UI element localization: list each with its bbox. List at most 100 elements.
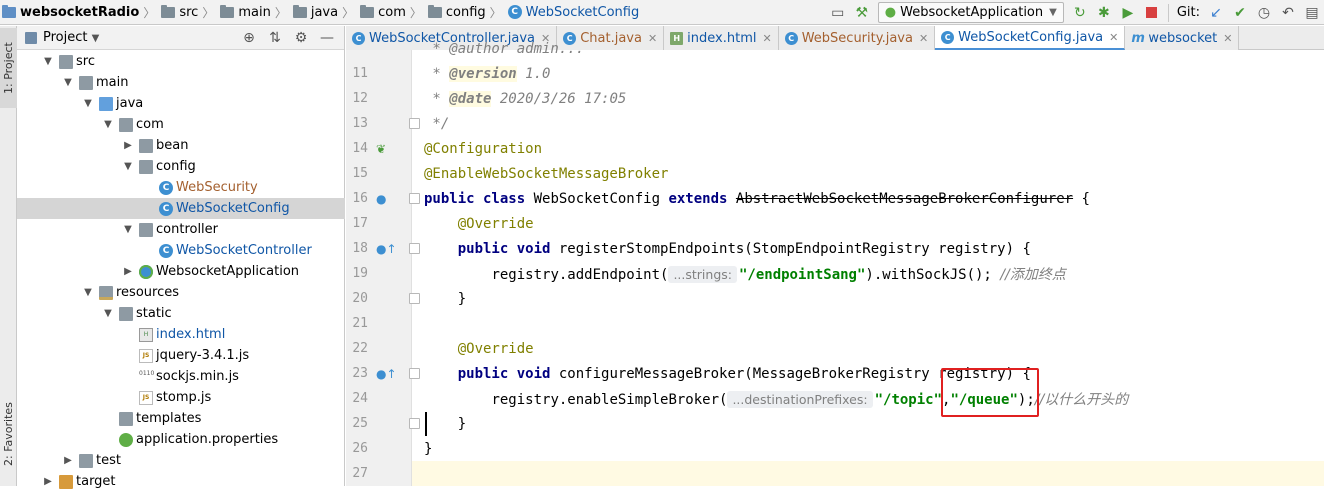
chevron-right-icon[interactable]: ▶ <box>121 266 135 277</box>
folder-icon <box>161 4 176 18</box>
line-number: 19 <box>352 266 368 281</box>
fold-marker-icon[interactable] <box>409 293 420 304</box>
override-marker-icon[interactable]: ●↑ <box>376 367 397 381</box>
tree-item-bean[interactable]: ▶ bean <box>17 135 345 156</box>
breadcrumb-item-src[interactable]: src 〉 <box>159 0 218 25</box>
toolbar-divider <box>1167 3 1169 22</box>
breadcrumb-item-com[interactable]: com 〉 <box>358 0 426 25</box>
fold-marker-icon[interactable] <box>409 368 420 379</box>
target-folder-icon <box>59 474 73 489</box>
chevron-right-icon[interactable]: ▶ <box>121 140 135 151</box>
folder-icon <box>139 222 153 237</box>
tree-item-resources[interactable]: ▼ resources <box>17 282 345 303</box>
run-coverage-icon[interactable]: ▶ <box>1116 1 1140 25</box>
tree-item-jquery-3-4-1-js[interactable]: JS jquery-3.4.1.js <box>17 345 345 366</box>
breadcrumb-item-project[interactable]: websocketRadio 〉 <box>0 0 159 25</box>
git-update-icon[interactable]: ↙ <box>1204 1 1228 25</box>
folder-icon <box>139 138 153 153</box>
gear-icon[interactable]: ▤ <box>1300 1 1324 25</box>
code-editor[interactable]: 11 12 13 14 15 16 17 18 19 20 21 22 23 24 25 26 27 ❦ ● ●↑ ●↑… <box>346 41 1324 486</box>
tree-item-src[interactable]: ▼ src <box>17 51 345 72</box>
chevron-down-icon[interactable]: ▼ <box>61 77 75 88</box>
spring-bean-icon[interactable]: ❦ <box>376 142 386 156</box>
gear-icon[interactable]: ⚙ <box>288 30 314 46</box>
debug-bug-icon[interactable]: ✱ <box>1092 1 1116 25</box>
line-number: 16 <box>352 191 368 206</box>
favorites-tool-tab[interactable]: 2: Favorites <box>0 384 17 484</box>
tree-item-label: com <box>136 117 164 132</box>
run-configuration-select[interactable]: ● WebsocketApplication ▼ <box>877 2 1064 23</box>
chevron-down-icon[interactable]: ▼ <box>41 56 55 67</box>
tree-item-label: application.properties <box>136 432 279 447</box>
code-line-26: } <box>424 441 433 457</box>
code-line-15: @EnableWebSocketMessageBroker <box>424 166 669 182</box>
tree-item-java[interactable]: ▼ java <box>17 93 345 114</box>
git-rollback-icon[interactable]: ↶ <box>1276 1 1300 25</box>
tree-item-sockjs-min-js[interactable]: 0110 sockjs.min.js <box>17 366 345 387</box>
line-number: 17 <box>352 216 368 231</box>
chevron-down-icon[interactable]: ▼ <box>121 161 135 172</box>
collapse-all-icon[interactable]: ⇅ <box>262 30 288 46</box>
tree-item-application-properties[interactable]: application.properties <box>17 429 345 450</box>
code-line-14: @Configuration <box>424 141 543 157</box>
tree-item-stomp-js[interactable]: JS stomp.js <box>17 387 345 408</box>
class-icon: C <box>159 201 173 216</box>
chevron-down-icon[interactable]: ▼ <box>101 119 115 130</box>
chevron-down-icon[interactable]: ▼ <box>121 224 135 235</box>
fold-marker-icon[interactable] <box>409 243 420 254</box>
project-tool-tab[interactable]: 1: Project <box>0 28 17 108</box>
tree-item-label: src <box>76 54 95 69</box>
line-number: 12 <box>352 91 368 106</box>
override-marker-icon[interactable]: ●↑ <box>376 242 397 256</box>
chevron-down-icon[interactable]: ▼ <box>81 98 95 109</box>
chevron-right-icon[interactable]: ▶ <box>61 455 75 466</box>
tree-item-com[interactable]: ▼ com <box>17 114 345 135</box>
tree-item-index-html[interactable]: Hindex.html <box>17 324 345 345</box>
git-history-icon[interactable]: ◷ <box>1252 1 1276 25</box>
tree-item-websocketconfig[interactable]: C WebSocketConfig <box>17 198 345 219</box>
folder-icon <box>79 75 93 90</box>
breadcrumb-separator-icon: 〉 <box>274 5 287 20</box>
git-commit-icon[interactable]: ✔ <box>1228 1 1252 25</box>
tree-item-target[interactable]: ▶ target <box>17 471 345 492</box>
breadcrumb-item-main[interactable]: main 〉 <box>218 0 291 25</box>
tree-item-controller[interactable]: ▼ controller <box>17 219 345 240</box>
line-number: 27 <box>352 466 368 481</box>
project-view-select[interactable]: Project ▼ <box>43 30 99 45</box>
tree-item-label: stomp.js <box>156 390 212 405</box>
tree-item-main[interactable]: ▼ main <box>17 72 345 93</box>
tree-item-websocketcontroller[interactable]: C WebSocketController <box>17 240 345 261</box>
breadcrumb-item-class[interactable]: C WebSocketConfig <box>506 0 644 25</box>
javascript-file-icon: JS <box>139 390 153 405</box>
chevron-right-icon[interactable]: ▶ <box>41 476 55 487</box>
tree-item-config[interactable]: ▼ config <box>17 156 345 177</box>
chevron-down-icon[interactable]: ▼ <box>81 287 95 298</box>
fold-marker-icon[interactable] <box>409 418 420 429</box>
line-number: 18 <box>352 241 368 256</box>
project-icon <box>25 31 37 44</box>
tree-item-label: bean <box>156 138 189 153</box>
tree-item-label: target <box>76 474 116 489</box>
fold-marker-icon[interactable] <box>409 118 420 129</box>
stop-icon[interactable] <box>1140 1 1164 25</box>
spring-config-icon[interactable]: ● <box>376 192 386 206</box>
layout-icon[interactable]: ▭ <box>826 1 850 25</box>
tree-item-websocketapplication[interactable]: ▶ WebsocketApplication <box>17 261 345 282</box>
hide-panel-icon[interactable]: — <box>314 30 340 46</box>
tree-item-label: java <box>116 96 144 111</box>
tree-item-websecurity[interactable]: C WebSecurity <box>17 177 345 198</box>
locate-file-icon[interactable]: ⊕ <box>236 30 262 46</box>
tree-item-templates[interactable]: templates <box>17 408 345 429</box>
fold-marker-icon[interactable] <box>409 193 420 204</box>
breadcrumb-item-config[interactable]: config 〉 <box>426 0 506 25</box>
chevron-down-icon[interactable]: ▼ <box>101 308 115 319</box>
code-line-17: @Override <box>457 216 534 232</box>
rerun-icon[interactable]: ↻ <box>1068 1 1092 25</box>
folder-icon <box>59 54 73 69</box>
breadcrumb-item-java[interactable]: java 〉 <box>291 0 358 25</box>
tree-item-label: test <box>96 453 121 468</box>
tree-item-test[interactable]: ▶ test <box>17 450 345 471</box>
build-hammer-icon[interactable]: ⚒ <box>850 1 874 25</box>
line-number: 11 <box>352 66 368 81</box>
tree-item-static[interactable]: ▼ static <box>17 303 345 324</box>
